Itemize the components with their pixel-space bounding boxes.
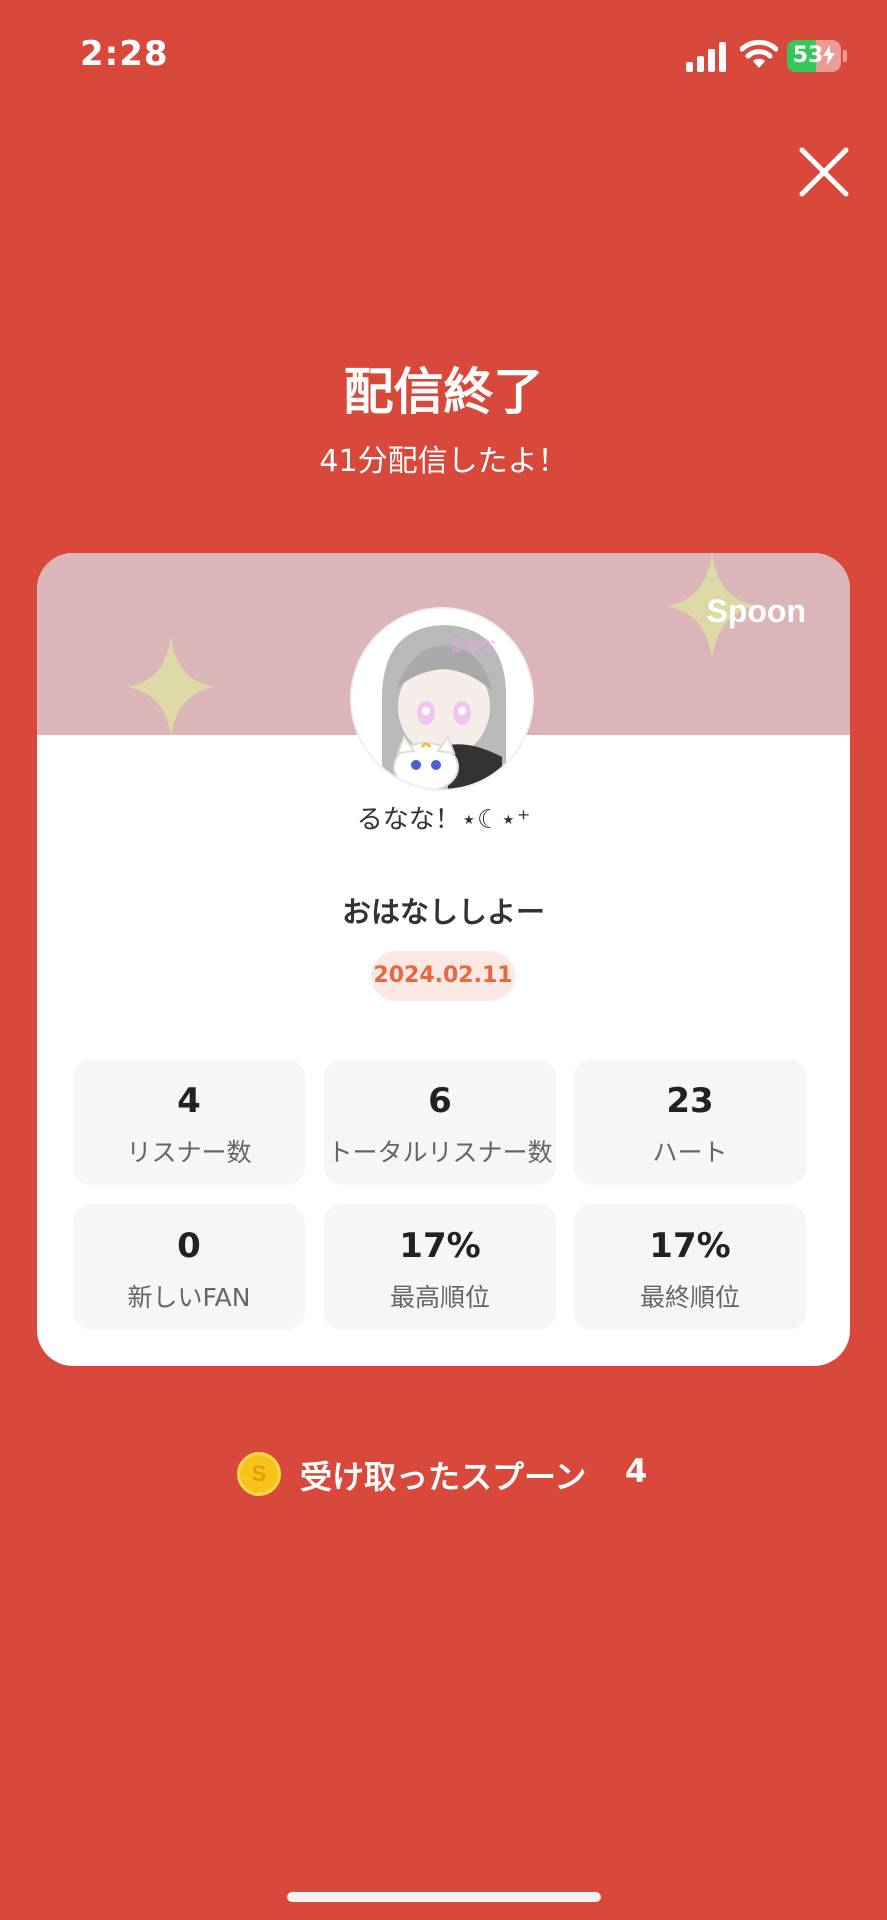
wifi-icon — [740, 39, 778, 68]
stat-hearts: 23 ハート — [574, 1059, 806, 1185]
avatar[interactable]: るなな — [350, 607, 534, 791]
spoon-logo: Spoon — [706, 593, 806, 629]
stat-label: リスナー数 — [126, 1138, 252, 1167]
close-icon[interactable] — [796, 144, 852, 200]
stat-label: 新しいFAN — [127, 1283, 251, 1312]
sparkle-icon — [127, 637, 215, 737]
broadcast-duration-text: 41分配信したよ！ — [319, 444, 568, 479]
stat-value: 17% — [399, 1226, 481, 1266]
svg-text:るなな: るなな — [448, 636, 496, 655]
charging-bolt-icon — [823, 45, 836, 65]
stat-value: 4 — [177, 1081, 201, 1121]
status-bar: 2:28 53 — [0, 0, 887, 110]
broadcast-summary-card: Spoon るなな るなな！⋆☾⋆⁺ おはなししよー 2024.02.11 4 … — [37, 553, 850, 1366]
stat-label: 最高順位 — [389, 1283, 490, 1312]
stat-highest-rank: 17% 最高順位 — [324, 1204, 556, 1330]
status-time: 2:28 — [80, 34, 169, 74]
stream-title: おはなししよー — [341, 895, 545, 929]
received-spoons-label: 受け取ったスプーン — [300, 1458, 587, 1496]
received-spoons-count: 4 — [625, 1452, 648, 1490]
home-indicator[interactable] — [287, 1892, 601, 1902]
stat-label: 最終順位 — [639, 1283, 740, 1312]
stat-final-rank: 17% 最終順位 — [574, 1204, 806, 1330]
stat-label: ハート — [652, 1138, 728, 1167]
streamer-nickname: るなな！⋆☾⋆⁺ — [356, 805, 531, 835]
battery-cap — [843, 50, 847, 62]
stat-value: 6 — [428, 1081, 452, 1121]
stat-label: トータルリスナー数 — [327, 1138, 553, 1167]
received-spoons-row: S 受け取ったスプーン 4 — [0, 1448, 887, 1500]
stat-total-listeners: 6 トータルリスナー数 — [324, 1059, 556, 1185]
stat-value: 0 — [177, 1226, 201, 1266]
stat-new-fans: 0 新しいFAN — [73, 1204, 305, 1330]
battery-percentage: 53 — [787, 40, 841, 72]
avatar-illustration: るなな — [352, 609, 532, 789]
page-title: 配信終了 — [343, 363, 544, 421]
stat-listeners: 4 リスナー数 — [73, 1059, 305, 1185]
spoon-coin-icon: S — [237, 1452, 281, 1496]
stat-value: 23 — [666, 1081, 714, 1121]
cellular-signal-icon — [686, 42, 726, 72]
battery-icon: 53 — [787, 40, 841, 72]
stat-value: 17% — [649, 1226, 731, 1266]
date-badge: 2024.02.11 — [371, 951, 515, 1001]
